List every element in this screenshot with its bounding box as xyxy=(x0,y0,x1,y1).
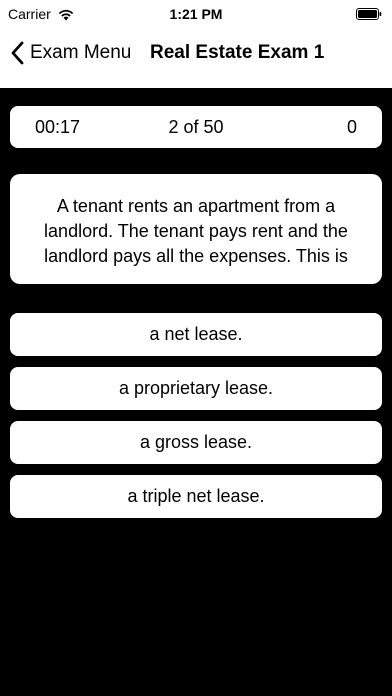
question-text: A tenant rents an apartment from a landl… xyxy=(44,196,348,266)
page-title: Real Estate Exam 1 xyxy=(150,42,325,63)
quiz-content: 00:17 2 of 50 0 A tenant rents an apartm… xyxy=(0,88,392,696)
stats-card: 00:17 2 of 50 0 xyxy=(10,106,382,148)
navigation-bar: Exam Menu Real Estate Exam 1 xyxy=(0,28,392,78)
answer-button[interactable]: a triple net lease. xyxy=(10,475,382,518)
screen: Carrier 1:21 PM Exam Menu Real Estate Ex… xyxy=(0,0,392,696)
status-bar: Carrier 1:21 PM xyxy=(0,0,392,28)
question-card: A tenant rents an apartment from a landl… xyxy=(10,174,382,284)
question-progress: 2 of 50 xyxy=(168,117,224,137)
chevron-left-icon xyxy=(11,41,24,65)
score: 0 xyxy=(346,117,357,137)
back-button-label: Exam Menu xyxy=(30,42,132,63)
answer-button[interactable]: a gross lease. xyxy=(10,421,382,464)
back-button[interactable]: Exam Menu xyxy=(10,38,131,68)
answer-button[interactable]: a net lease. xyxy=(10,313,382,356)
battery-icon xyxy=(356,8,382,20)
status-time: 1:21 PM xyxy=(169,6,223,22)
answer-button[interactable]: a proprietary lease. xyxy=(10,367,382,410)
